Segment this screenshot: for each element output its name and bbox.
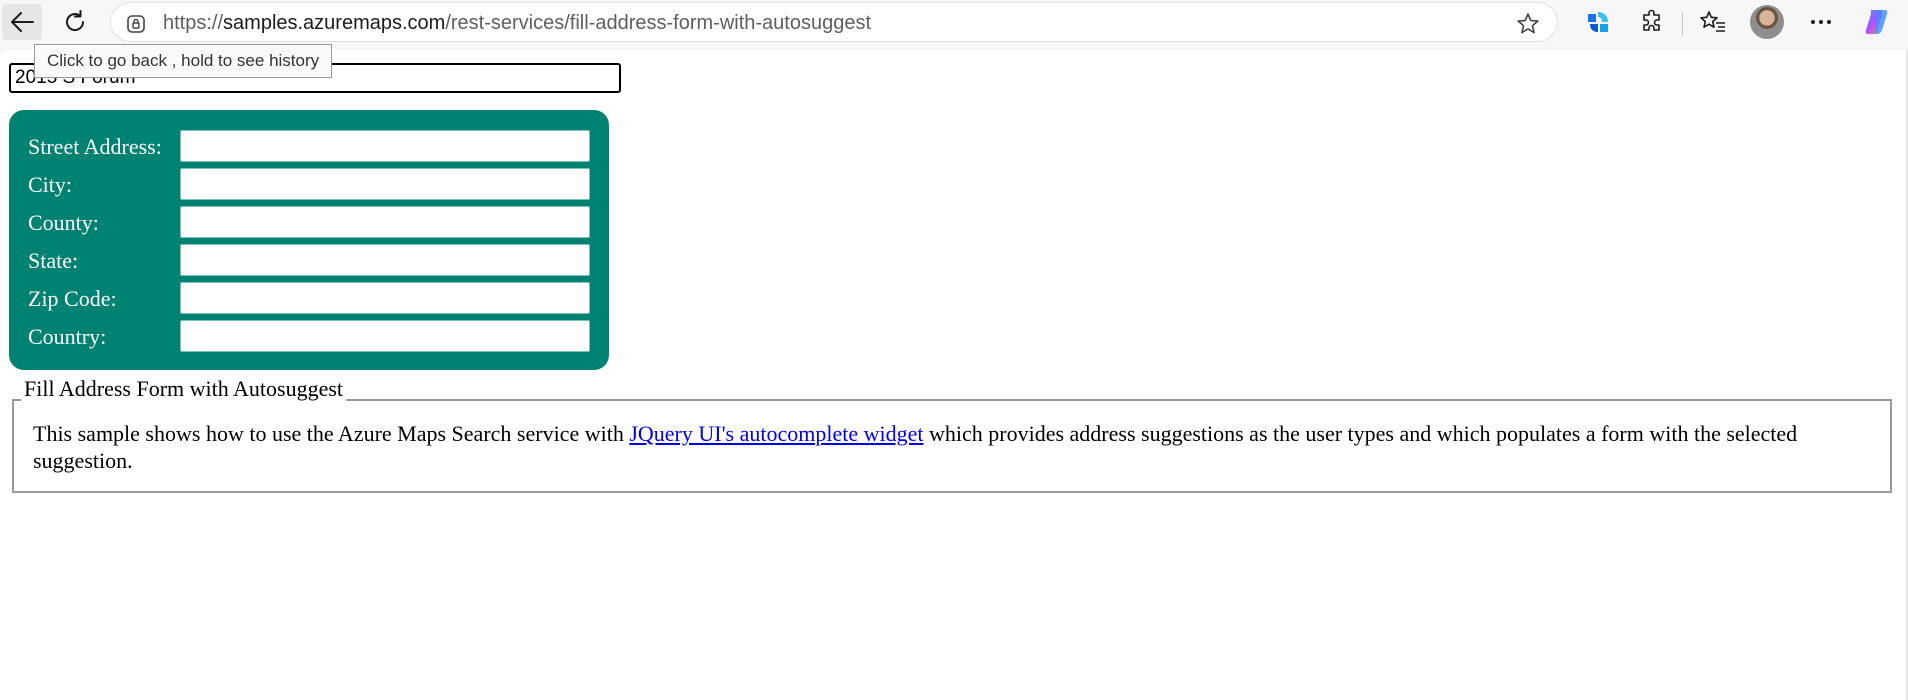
- county-field[interactable]: [180, 206, 590, 238]
- more-options-icon[interactable]: [1805, 6, 1837, 38]
- zip-code-field[interactable]: [180, 282, 590, 314]
- page-viewport: Street Address: City: County: State: Zip…: [0, 50, 1908, 700]
- url-host: samples.azuremaps.com: [223, 12, 446, 34]
- info-description: This sample shows how to use the Azure M…: [33, 420, 1863, 474]
- favorite-star-icon[interactable]: [1515, 11, 1541, 42]
- address-bar[interactable]: https://samples.azuremaps.com/rest-servi…: [110, 2, 1558, 42]
- street-address-label: Street Address:: [28, 134, 162, 159]
- copilot-icon[interactable]: [1862, 6, 1894, 38]
- street-address-field[interactable]: [180, 130, 590, 162]
- copilot-app-icon[interactable]: [1582, 6, 1614, 38]
- reload-button[interactable]: [55, 4, 95, 40]
- address-form: Street Address: City: County: State: Zip…: [9, 110, 609, 370]
- profile-avatar[interactable]: [1750, 5, 1784, 39]
- url-text[interactable]: https://samples.azuremaps.com/rest-servi…: [163, 12, 871, 35]
- url-path: /rest-services/fill-address-form-with-au…: [445, 12, 872, 34]
- city-label: City:: [28, 172, 73, 197]
- favorites-icon[interactable]: [1697, 6, 1729, 38]
- back-arrow-icon: [9, 11, 35, 33]
- state-field[interactable]: [180, 244, 590, 276]
- county-label: County:: [28, 210, 99, 235]
- country-label: Country:: [28, 324, 107, 349]
- state-label: State:: [28, 248, 79, 273]
- back-button-tooltip: Click to go back , hold to see history: [34, 44, 333, 78]
- browser-toolbar: https://samples.azuremaps.com/rest-servi…: [0, 0, 1908, 50]
- back-button[interactable]: [2, 4, 42, 40]
- jquery-autocomplete-link[interactable]: JQuery UI's autocomplete widget: [629, 421, 923, 446]
- toolbar-separator: [1682, 12, 1683, 36]
- reload-icon: [62, 9, 88, 35]
- zip-code-label: Zip Code:: [28, 286, 117, 311]
- country-field[interactable]: [180, 320, 590, 352]
- info-legend: Fill Address Form with Autosuggest: [21, 376, 347, 402]
- city-field[interactable]: [180, 168, 590, 200]
- desc-text-before: This sample shows how to use the Azure M…: [33, 421, 630, 446]
- site-info-icon[interactable]: [125, 13, 147, 40]
- url-prefix: https://: [163, 12, 224, 34]
- extensions-icon[interactable]: [1636, 6, 1668, 38]
